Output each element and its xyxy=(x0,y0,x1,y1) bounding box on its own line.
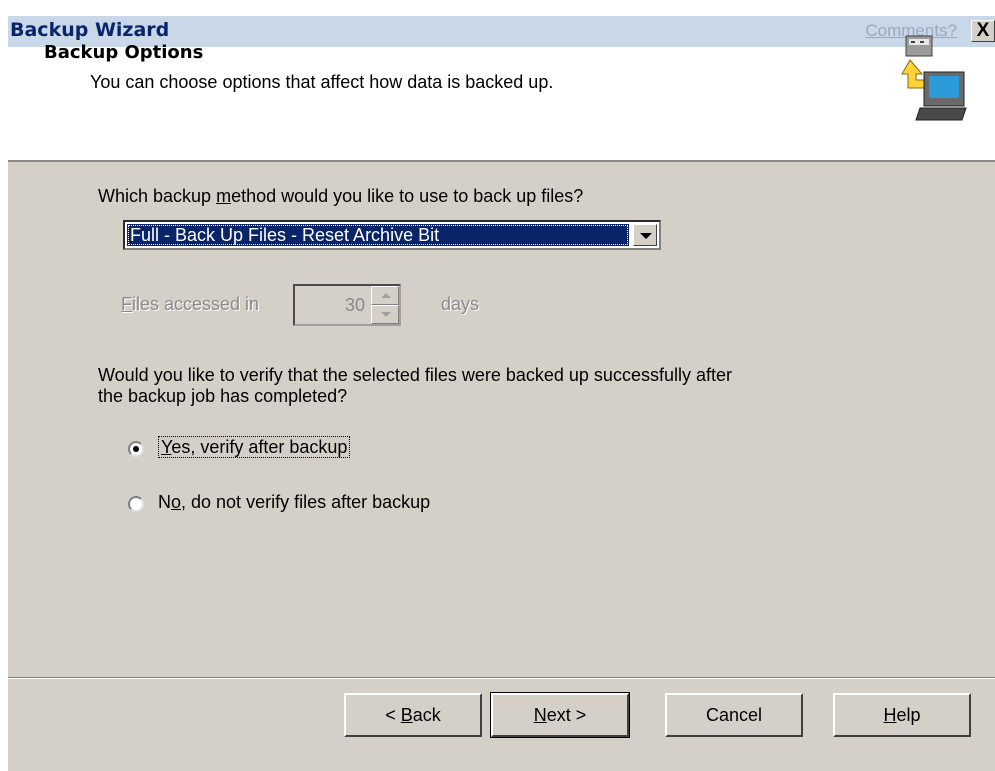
files-accessed-days-stepper[interactable]: 30 xyxy=(293,284,401,326)
button-separator xyxy=(8,677,995,679)
radio-verify-yes-label: Yes, verify after backup xyxy=(158,436,351,458)
page-title: Backup Options xyxy=(44,42,204,63)
backup-method-select[interactable]: Full - Back Up Files - Reset Archive Bit xyxy=(123,220,661,250)
close-button[interactable]: X xyxy=(971,20,995,42)
next-button[interactable]: Next > xyxy=(490,692,630,738)
help-button[interactable]: Help xyxy=(833,693,971,737)
stepper-down-icon[interactable] xyxy=(371,305,399,324)
files-accessed-days-value: 30 xyxy=(344,295,365,315)
radio-verify-no-label: No, do not verify files after backup xyxy=(158,492,431,512)
backup-computer-icon xyxy=(901,35,967,121)
back-button[interactable]: < Back xyxy=(344,693,482,737)
backup-method-question: Which backup method would you like to us… xyxy=(98,186,584,206)
stepper-buttons xyxy=(371,286,399,324)
files-accessed-label: Files accessed in xyxy=(121,294,260,314)
wizard-header xyxy=(8,47,995,162)
days-unit-label: days xyxy=(441,294,480,314)
window-title: Backup Wizard xyxy=(10,19,170,41)
backup-method-selected-value: Full - Back Up Files - Reset Archive Bit xyxy=(127,224,629,246)
cancel-button[interactable]: Cancel xyxy=(665,693,803,737)
verify-question-line-1: Would you like to verify that the select… xyxy=(98,365,732,385)
stepper-up-icon[interactable] xyxy=(371,286,399,305)
page-subtitle: You can choose options that affect how d… xyxy=(90,72,554,92)
radio-button-checked[interactable] xyxy=(128,441,144,457)
verify-question-line-2: the backup job has completed? xyxy=(98,386,348,406)
radio-button-unchecked[interactable] xyxy=(128,496,144,512)
dropdown-arrow-button[interactable] xyxy=(633,224,657,246)
